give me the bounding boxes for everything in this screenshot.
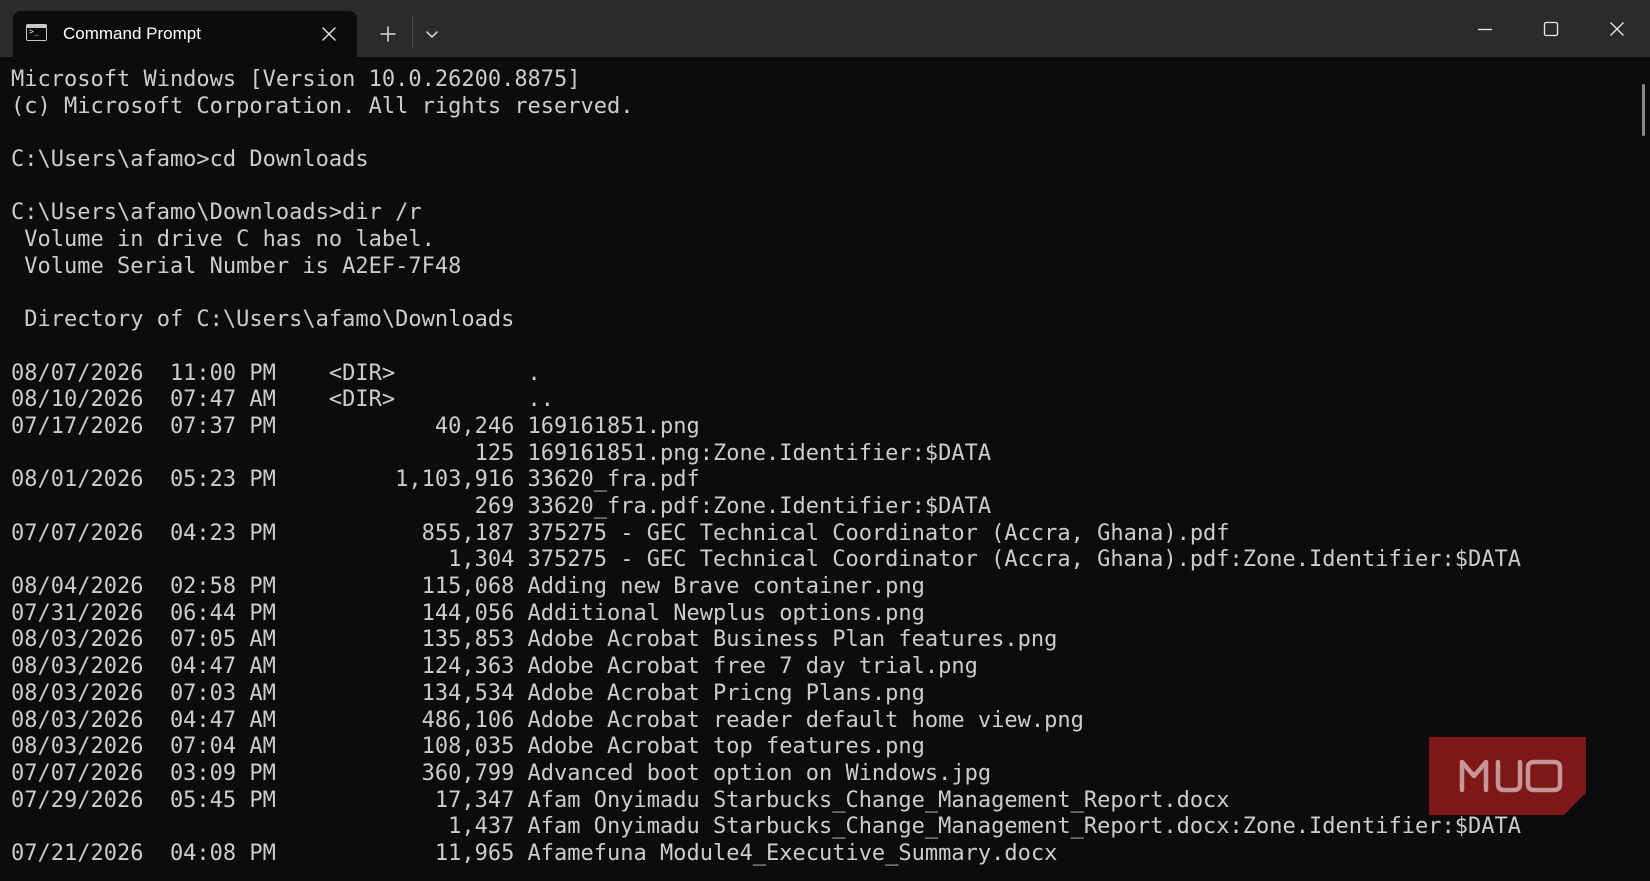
terminal-line: 125 169161851.png:Zone.Identifier:$DATA (11, 440, 992, 466)
terminal-line: 08/03/2026 07:05 AM 135,853 Adobe Acroba… (11, 627, 1058, 653)
close-window-button[interactable] (1584, 0, 1650, 57)
terminal-line: 08/03/2026 07:03 AM 134,534 Adobe Acroba… (11, 680, 925, 706)
close-icon (322, 27, 336, 41)
new-tab-button[interactable] (374, 20, 402, 48)
close-icon (1610, 21, 1624, 36)
terminal-line: Directory of C:\Users\afamo\Downloads (11, 307, 515, 333)
tab-title: Command Prompt (63, 24, 201, 43)
terminal-line: C:\Users\afamo>cd Downloads (11, 147, 369, 173)
terminal-line: 07/07/2026 03:09 PM 360,799 Advanced boo… (11, 760, 992, 786)
terminal-line: 08/04/2026 02:58 PM 115,068 Adding new B… (11, 574, 925, 600)
terminal-output: Microsoft Windows [Version 10.0.26200.88… (11, 67, 1521, 868)
terminal-line: Volume in drive C has no label. (11, 227, 435, 253)
tab-dropdown-button[interactable] (418, 20, 446, 48)
terminal-line: 08/03/2026 04:47 AM 486,106 Adobe Acroba… (11, 707, 1084, 733)
terminal-line: (c) Microsoft Corporation. All rights re… (11, 93, 634, 119)
terminal-line: 269 33620_fra.pdf:Zone.Identifier:$DATA (11, 494, 992, 519)
scrollbar[interactable] (1640, 57, 1650, 881)
terminal-line: 07/31/2026 06:44 PM 144,056 Additional N… (11, 600, 925, 626)
terminal-line: Volume Serial Number is A2EF-7F48 (11, 253, 462, 279)
terminal-line: 07/29/2026 05:45 PM 17,347 Afam Onyimadu… (11, 787, 1230, 813)
minimize-button[interactable] (1452, 0, 1518, 57)
terminal-body[interactable]: Microsoft Windows [Version 10.0.26200.88… (0, 57, 1640, 881)
terminal-line: 1,437 Afam Onyimadu Starbucks_Change_Man… (11, 814, 1521, 840)
terminal-line: 08/03/2026 04:47 AM 124,363 Adobe Acroba… (11, 654, 978, 680)
tab-close-button[interactable] (317, 22, 341, 46)
terminal-line: 08/10/2026 07:47 AM <DIR> .. (11, 387, 555, 413)
terminal-icon (26, 24, 47, 41)
title-bar[interactable]: Command Prompt (0, 0, 1650, 57)
tab-command-prompt[interactable]: Command Prompt (13, 11, 357, 57)
plus-icon (380, 26, 396, 42)
terminal-line: 08/07/2026 11:00 PM <DIR> . (11, 360, 541, 386)
muo-logo (1429, 737, 1586, 815)
minimize-icon (1478, 28, 1492, 30)
terminal-line: 08/01/2026 05:23 PM 1,103,916 33620_fra.… (11, 467, 700, 493)
terminal-window: Command Prompt (0, 0, 1650, 881)
tab-separator (412, 17, 413, 49)
scrollbar-thumb[interactable] (1642, 84, 1645, 136)
terminal-line: 07/21/2026 04:08 PM 11,965 Afamefuna Mod… (11, 840, 1058, 866)
terminal-line: 1,304 375275 - GEC Technical Coordinator… (11, 547, 1521, 573)
terminal-line: Microsoft Windows [Version 10.0.26200.88… (11, 67, 581, 92)
chevron-down-icon (426, 31, 438, 38)
maximize-button[interactable] (1518, 0, 1584, 57)
terminal-line: 07/07/2026 04:23 PM 855,187 375275 - GEC… (11, 520, 1230, 546)
terminal-line: 07/17/2026 07:37 PM 40,246 169161851.png (11, 413, 700, 439)
maximize-icon (1543, 21, 1559, 36)
terminal-line: 08/03/2026 07:04 AM 108,035 Adobe Acroba… (11, 734, 925, 760)
terminal-line: C:\Users\afamo\Downloads>dir /r (11, 200, 422, 226)
